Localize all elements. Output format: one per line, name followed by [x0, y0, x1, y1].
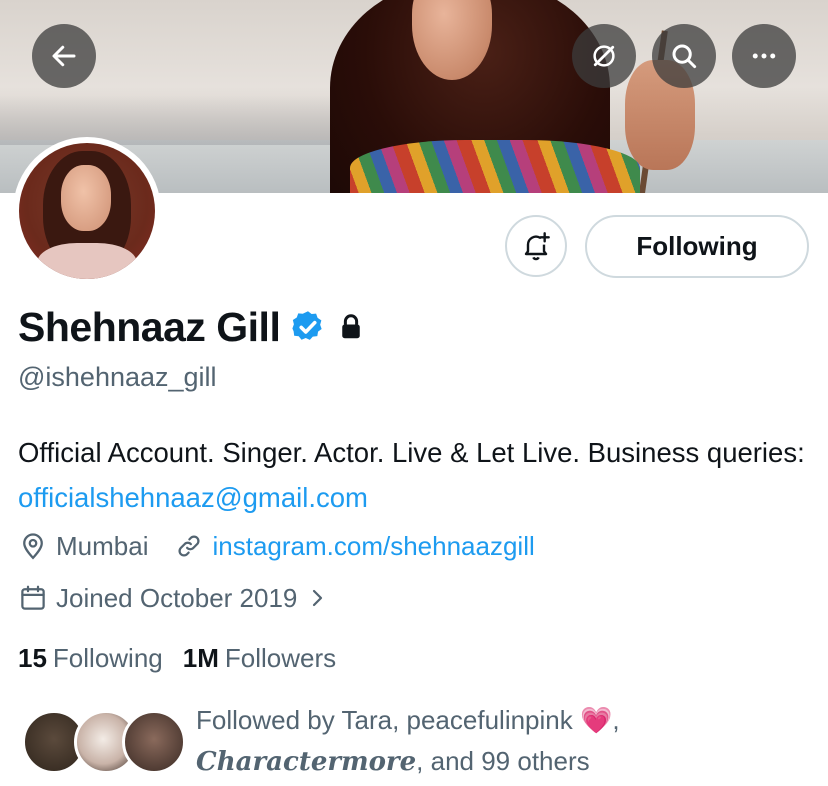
- translate-off-icon: [593, 45, 615, 67]
- profile-location: Mumbai: [56, 530, 149, 561]
- followers-count-link[interactable]: 1M Followers: [183, 643, 336, 674]
- location-icon: [23, 533, 43, 560]
- followed-by-text[interactable]: Followed by Tara, peacefulinpink 💗, Chara…: [196, 700, 816, 783]
- banner-dress: [350, 140, 640, 193]
- profile-name-row: Shehnaaz Gill: [18, 300, 366, 354]
- search-button[interactable]: [652, 24, 716, 88]
- followed-by-styled-name: Charactermore: [196, 747, 417, 777]
- followed-by-suffix: , and 99 others: [416, 746, 590, 776]
- profile-website-link[interactable]: instagram.com/shehnaazgill: [212, 531, 534, 562]
- lock-icon: [342, 314, 361, 339]
- profile-bio: Official Account. Singer. Actor. Live & …: [18, 430, 818, 520]
- followers-count: 1M: [182, 642, 219, 673]
- followed-by-prefix: Followed by Tara, peacefulinpink: [196, 705, 580, 735]
- followers-label: Followers: [224, 642, 337, 673]
- profile-counts: 15 Following 1M Followers: [18, 640, 336, 676]
- search-icon: [672, 44, 697, 69]
- arrow-left-icon: [52, 45, 76, 67]
- following-count: 15: [18, 642, 47, 673]
- translate-off-button[interactable]: [572, 24, 636, 88]
- following-label: Following: [52, 642, 163, 673]
- profile-avatar[interactable]: [13, 137, 161, 285]
- profile-handle: @ishehnaaz_gill: [18, 362, 217, 392]
- following-button[interactable]: Following: [585, 215, 809, 278]
- calendar-icon: [21, 585, 45, 610]
- bio-email-link[interactable]: officialshehnaaz@gmail.com: [18, 482, 368, 513]
- followed-by-comma: ,: [612, 705, 620, 735]
- more-button[interactable]: [732, 24, 796, 88]
- heart-emoji: 💗: [579, 705, 613, 735]
- bio-text: Official Account. Singer. Actor. Live & …: [18, 437, 805, 468]
- chevron-right-icon: [313, 589, 323, 607]
- follower-avatar: [122, 710, 186, 774]
- profile-name: Shehnaaz Gill: [18, 303, 281, 350]
- link-icon: [178, 535, 201, 557]
- verified-badge-icon[interactable]: [290, 309, 326, 345]
- following-count-link[interactable]: 15 Following: [18, 643, 163, 674]
- back-button[interactable]: [32, 24, 96, 88]
- notifications-button[interactable]: [505, 215, 567, 277]
- profile-joined-date: Joined October 2019: [56, 582, 298, 613]
- profile-joined-row[interactable]: Joined October 2019: [18, 580, 337, 616]
- avatar-image: [19, 143, 155, 279]
- bell-plus-icon: [524, 232, 550, 261]
- more-icon: [752, 53, 776, 59]
- followed-by-avatars[interactable]: [22, 710, 186, 780]
- profile-meta-row: Mumbai instagram.com/shehnaazgill: [18, 528, 535, 564]
